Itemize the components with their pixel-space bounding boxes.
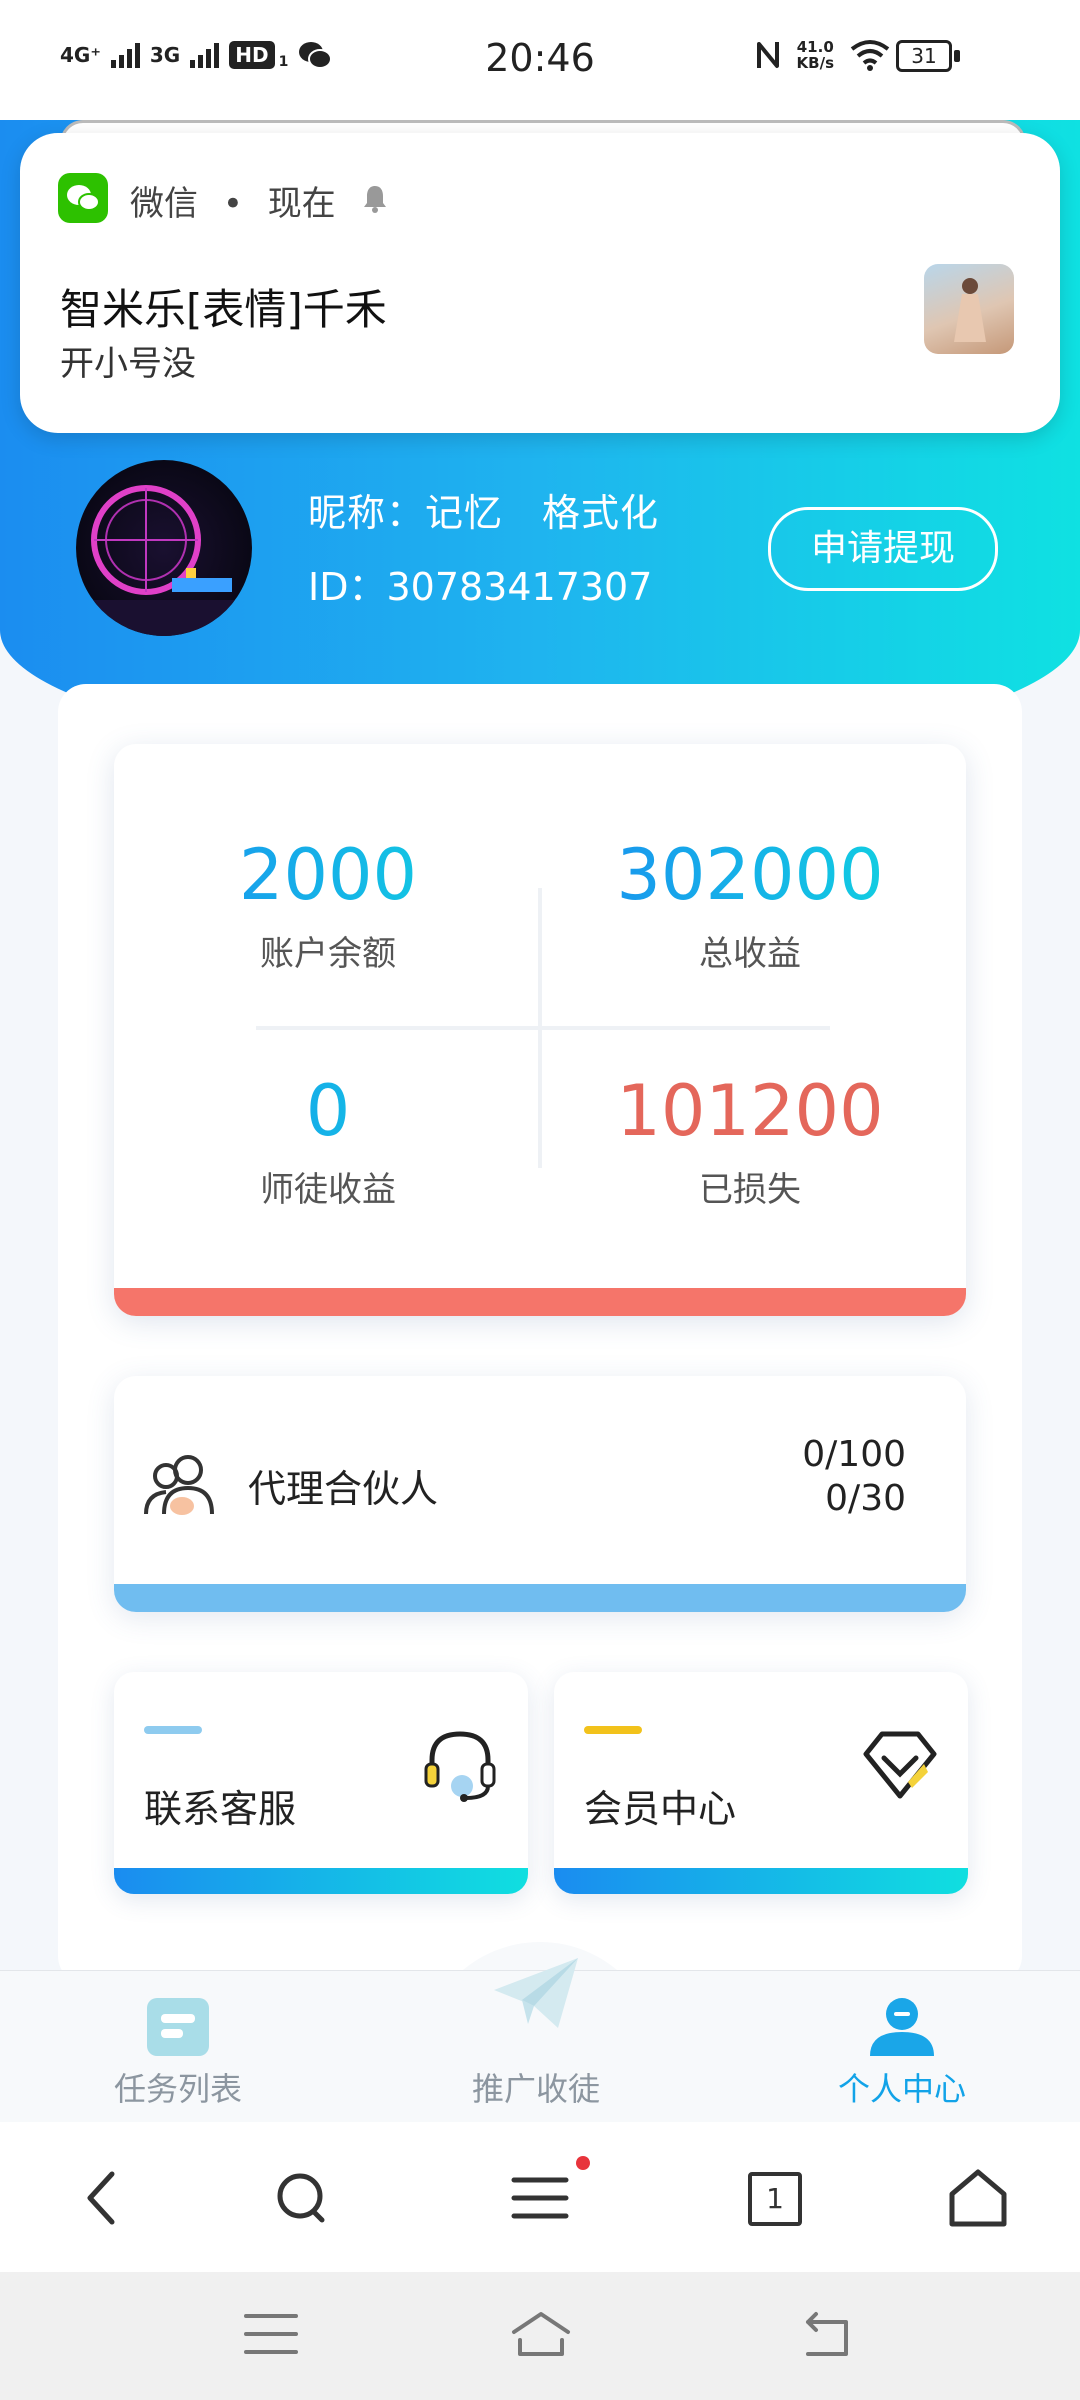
mentor-earnings-value: 0 bbox=[128, 1070, 528, 1152]
notification-body: 开小号没 bbox=[60, 344, 196, 384]
service-card-accent-bar bbox=[114, 1868, 528, 1894]
battery-cap bbox=[954, 50, 960, 62]
wifi-icon bbox=[850, 40, 890, 71]
notification-time: 现在 bbox=[267, 184, 336, 224]
nfc-icon bbox=[756, 42, 779, 68]
battery-icon: 31 bbox=[896, 40, 952, 72]
back-icon[interactable] bbox=[64, 2160, 140, 2236]
service-accent-dash bbox=[144, 1726, 202, 1734]
balance-label: 账户余额 bbox=[260, 934, 396, 974]
notification-meta: 微信 • 现在 bbox=[130, 176, 336, 225]
total-earnings-label: 总收益 bbox=[699, 934, 801, 974]
notification-separator: • bbox=[222, 184, 243, 224]
bell-icon bbox=[364, 186, 386, 213]
tab-task-list-label: 任务列表 bbox=[113, 2070, 242, 2108]
contact-service-card[interactable]: 联系客服 bbox=[114, 1672, 528, 1894]
diamond-icon bbox=[863, 1731, 937, 1799]
partner-count-secondary: 0/30 bbox=[825, 1478, 906, 1519]
total-earnings-value: 302000 bbox=[550, 834, 950, 916]
nav-back-icon[interactable] bbox=[792, 2306, 858, 2362]
stats-card: 2000 账户余额 302000 总收益 0 师徒收益 101200 已损失 bbox=[114, 744, 966, 1316]
balance-value: 2000 bbox=[128, 834, 528, 916]
speed-value: 41.0 bbox=[796, 38, 834, 56]
wechat-icon bbox=[58, 173, 108, 223]
headset-icon bbox=[424, 1731, 496, 1802]
tab-personal-center[interactable]: 个人中心 bbox=[772, 1994, 1032, 2108]
avatar[interactable] bbox=[76, 460, 252, 636]
lost-label: 已损失 bbox=[699, 1170, 801, 1210]
tabs-counter-button[interactable]: 1 bbox=[738, 2160, 814, 2236]
user-id: ID：30783417307 bbox=[308, 565, 653, 609]
paper-plane-icon bbox=[494, 1958, 578, 2028]
tab-task-list[interactable]: 任务列表 bbox=[48, 1994, 308, 2108]
member-center-label: 会员中心 bbox=[584, 1787, 737, 1831]
recents-icon[interactable] bbox=[238, 2306, 304, 2362]
tab-personal-center-label: 个人中心 bbox=[837, 2070, 966, 2108]
tab-promote-label: 推广收徒 bbox=[471, 2070, 600, 2108]
person-icon bbox=[870, 1998, 934, 2056]
partner-card-accent-bar bbox=[114, 1584, 966, 1612]
stats-card-accent-bar bbox=[114, 1288, 966, 1316]
nickname: 昵称：记忆 格式化 bbox=[308, 491, 660, 535]
lost-value: 101200 bbox=[616, 1070, 884, 1152]
withdraw-button[interactable]: 申请提现 bbox=[768, 507, 998, 591]
tabs-counter: 1 bbox=[748, 2172, 802, 2226]
notification-title: 智米乐[表情]千禾 bbox=[60, 285, 387, 334]
agent-partner-card[interactable]: 代理合伙人 0/100 0/30 bbox=[114, 1376, 966, 1612]
agent-partner-label: 代理合伙人 bbox=[248, 1467, 439, 1511]
contact-service-label: 联系客服 bbox=[144, 1787, 297, 1831]
member-center-card[interactable]: 会员中心 bbox=[554, 1672, 968, 1894]
search-icon[interactable] bbox=[264, 2160, 340, 2236]
mentor-earnings-label: 师徒收益 bbox=[260, 1170, 396, 1210]
stats-horizontal-divider bbox=[256, 1026, 830, 1030]
task-list-icon bbox=[147, 1998, 209, 2056]
tab-promote[interactable]: 推广收徒 bbox=[406, 1958, 666, 2108]
member-card-accent-bar bbox=[554, 1868, 968, 1894]
nav-home-icon[interactable] bbox=[508, 2306, 574, 2362]
home-icon[interactable] bbox=[940, 2160, 1016, 2236]
people-icon bbox=[144, 1455, 214, 1515]
status-right: 41.0 KB/s bbox=[755, 38, 890, 72]
member-accent-dash bbox=[584, 1726, 642, 1734]
notification-app-name: 微信 bbox=[130, 184, 198, 224]
notification-thumbnail bbox=[924, 264, 1014, 354]
menu-notification-dot bbox=[576, 2156, 590, 2170]
partner-count-primary: 0/100 bbox=[802, 1434, 906, 1475]
network-speed: 41.0 KB/s bbox=[797, 39, 834, 71]
menu-icon[interactable] bbox=[502, 2160, 578, 2236]
speed-unit: KB/s bbox=[796, 54, 834, 72]
